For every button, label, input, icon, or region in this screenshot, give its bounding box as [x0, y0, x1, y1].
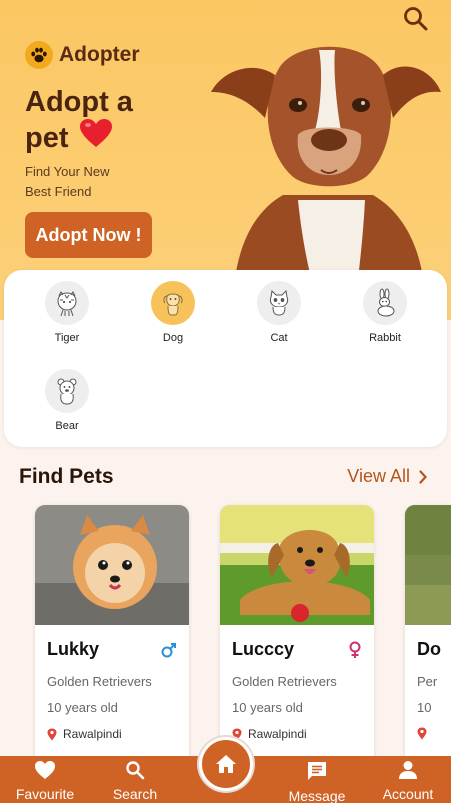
hero-subtitle: Find Your New Best Friend: [25, 164, 110, 199]
view-all-link[interactable]: View All: [347, 466, 427, 487]
pet-location-text: Rawalpindi: [248, 727, 307, 741]
search-icon[interactable]: [403, 6, 429, 32]
category-label: Rabbit: [369, 332, 401, 344]
dog-icon: [151, 281, 195, 325]
pet-name: Do: [417, 639, 441, 659]
pet-photo-lucccy: [220, 505, 374, 625]
pet-location-text: Rawalpindi: [63, 727, 122, 741]
pet-info: Do Per 10: [405, 625, 451, 740]
pet-info: Lucccy Golden Retrievers 10 years old Ra…: [220, 625, 374, 755]
pet-photo-partial: [405, 505, 451, 625]
category-dog[interactable]: Dog: [133, 281, 213, 344]
pet-card[interactable]: Lukky Golden Retrievers 10 years old Raw…: [35, 505, 189, 765]
pet-location: [417, 727, 451, 740]
heart-icon: [35, 761, 55, 779]
nav-label: Account: [382, 786, 434, 802]
pet-breed: Per: [417, 674, 438, 689]
nav-label: Favourite: [15, 786, 75, 802]
nav-message[interactable]: Message: [284, 760, 350, 803]
nav-account[interactable]: Account: [376, 760, 440, 802]
category-label: Tiger: [54, 332, 80, 344]
message-icon: [308, 762, 326, 780]
search-icon: [126, 761, 145, 780]
pet-breed: Golden Retrievers: [232, 674, 337, 689]
heart-emoji-icon: [79, 118, 113, 157]
home-icon: [216, 755, 236, 773]
person-icon: [399, 761, 417, 779]
category-tiger[interactable]: Tiger: [27, 281, 107, 344]
pet-location: Rawalpindi: [47, 727, 177, 741]
chevron-right-icon: [419, 469, 427, 484]
page-title: Adopt a pet: [25, 84, 155, 157]
pet-breed: Golden Retrievers: [47, 674, 152, 689]
male-icon: [161, 642, 176, 657]
location-pin-icon: [417, 727, 427, 740]
pet-info: Lukky Golden Retrievers 10 years old Raw…: [35, 625, 189, 755]
category-label: Cat: [270, 332, 288, 344]
female-icon: [349, 641, 361, 658]
pet-name: Lucccy: [232, 639, 295, 659]
category-bear[interactable]: Bear: [27, 369, 107, 432]
adopt-now-button[interactable]: Adopt Now !: [25, 212, 152, 258]
rabbit-icon: [363, 281, 407, 325]
pet-age: 10 years old: [47, 700, 118, 715]
pet-photo-lukky: [35, 505, 189, 625]
pet-card[interactable]: Lucccy Golden Retrievers 10 years old Ra…: [220, 505, 374, 765]
nav-search[interactable]: Search: [108, 760, 162, 802]
pet-age: 10 years old: [232, 700, 303, 715]
category-label: Dog: [162, 332, 184, 344]
category-label: Bear: [55, 420, 79, 432]
category-rabbit[interactable]: Rabbit: [345, 281, 425, 344]
tiger-icon: [45, 281, 89, 325]
nav-label: Message: [288, 788, 346, 803]
nav-label: Search: [112, 786, 158, 802]
pet-location: Rawalpindi: [232, 727, 362, 741]
pet-age: 10: [417, 700, 432, 715]
pet-name: Lukky: [47, 639, 100, 659]
brand: Adopter: [25, 41, 140, 69]
location-pin-icon: [47, 728, 57, 740]
category-panel: Tiger Dog Cat Rabbit Bear: [4, 270, 447, 447]
cat-icon: [257, 281, 301, 325]
view-all-label: View All: [347, 466, 410, 486]
section-title: Find Pets: [19, 465, 114, 488]
pet-card[interactable]: Do Per 10: [405, 505, 451, 765]
category-cat[interactable]: Cat: [239, 281, 319, 344]
nav-home-button[interactable]: [199, 737, 253, 791]
brand-name: Adopter: [59, 43, 140, 66]
bear-icon: [45, 369, 89, 413]
paw-icon: [25, 41, 53, 69]
nav-favourite[interactable]: Favourite: [12, 760, 78, 802]
